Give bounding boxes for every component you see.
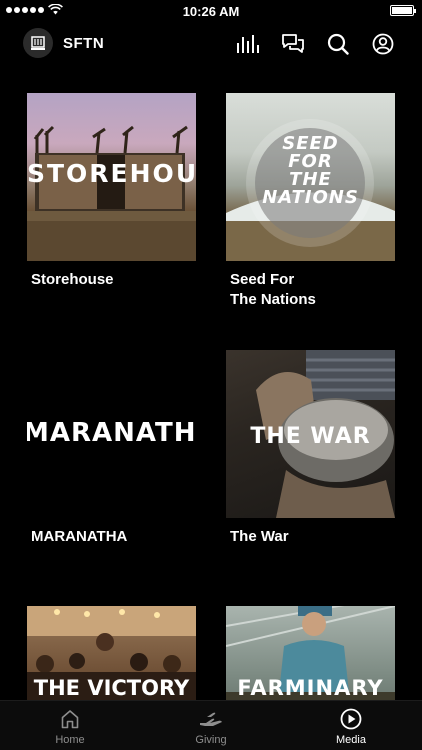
app-logo[interactable] xyxy=(23,28,53,58)
media-card-seed-for-the-nations[interactable]: SEED FOR THE NATIONS Seed For The Nation… xyxy=(226,93,395,310)
play-circle-icon xyxy=(340,708,362,730)
tab-giving[interactable]: Giving xyxy=(166,707,256,746)
audio-levels-button[interactable] xyxy=(235,31,261,57)
tab-home[interactable]: Home xyxy=(25,707,115,746)
tab-label: Giving xyxy=(195,734,227,746)
media-card-label: Seed For The Nations xyxy=(230,271,316,308)
status-time: 10:26 AM xyxy=(182,4,240,19)
thumbnail-title: MARANATHA xyxy=(27,418,196,448)
media-card-maranatha[interactable]: MARANATHA MARANATHA xyxy=(27,350,196,547)
media-grid: STOREHOUSE Storehouse SEED FOR THE NATIO… xyxy=(27,93,395,700)
profile-button[interactable] xyxy=(370,31,396,57)
media-card-storehouse[interactable]: STOREHOUSE Storehouse xyxy=(27,93,196,290)
media-thumbnail[interactable]: THE WAR xyxy=(226,350,395,518)
tab-label: Home xyxy=(55,734,85,746)
tab-media[interactable]: Media xyxy=(306,707,396,746)
logo-icon xyxy=(31,36,45,50)
media-card-the-victory[interactable]: THE VICTORY xyxy=(27,606,196,700)
media-thumbnail[interactable]: STOREHOUSE xyxy=(27,93,196,261)
media-card-the-war[interactable]: THE WAR The War xyxy=(226,350,395,547)
thumbnail-title-line4: NATIONS xyxy=(262,187,359,208)
app-brand: SFTN xyxy=(63,35,105,52)
media-thumbnail[interactable]: THE VICTORY xyxy=(27,606,196,700)
thumbnail-title: THE WAR xyxy=(250,424,371,449)
user-circle-icon xyxy=(372,33,394,55)
thumbnail-title: FARMINARY xyxy=(237,676,384,700)
status-bar: 10:26 AM xyxy=(0,0,422,22)
tab-bar: Home Giving Media xyxy=(0,700,422,750)
media-thumbnail[interactable]: FARMINARY xyxy=(226,606,395,700)
messages-button[interactable] xyxy=(280,31,306,57)
tab-label: Media xyxy=(336,734,366,746)
chat-bubbles-icon xyxy=(282,34,304,53)
audio-levels-icon xyxy=(237,35,259,53)
media-thumbnail[interactable]: MARANATHA xyxy=(27,350,196,518)
thumbnail-title: STOREHOUSE xyxy=(27,159,196,188)
media-card-label: The War xyxy=(230,528,289,545)
media-thumbnail[interactable]: SEED FOR THE NATIONS xyxy=(226,93,395,261)
thumbnail-title: THE VICTORY xyxy=(33,676,190,700)
home-icon xyxy=(61,710,79,729)
media-card-label: Storehouse xyxy=(31,271,114,288)
battery-icon xyxy=(390,5,416,16)
media-card-label: MARANATHA xyxy=(31,528,128,545)
search-button[interactable] xyxy=(325,31,351,57)
app-header: SFTN xyxy=(0,26,422,62)
search-icon xyxy=(327,33,349,55)
giving-icon xyxy=(200,712,222,726)
media-card-farminary[interactable]: FARMINARY xyxy=(226,606,395,700)
